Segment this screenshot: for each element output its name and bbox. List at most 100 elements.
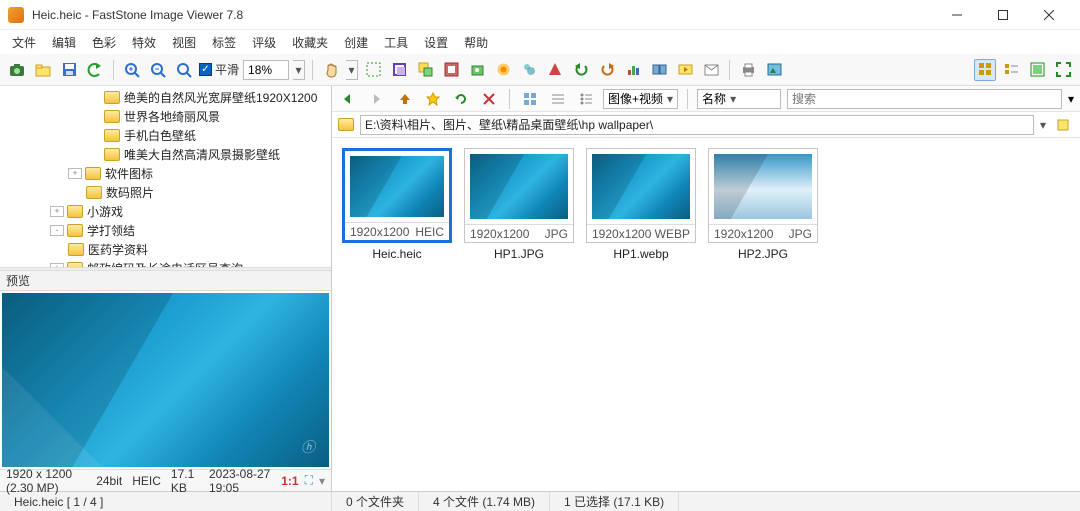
preview-size: 17.1 KB	[171, 467, 199, 495]
hand-dropdown[interactable]: ▾	[346, 60, 358, 80]
folder-tree[interactable]: 绝美的自然风光宽屏壁纸1920X1200世界各地绮丽风景手机白色壁纸唯美大自然高…	[0, 86, 331, 267]
wallpaper-button[interactable]	[763, 59, 785, 81]
menu-bar: 文件 编辑 色彩 特效 视图 标签 评级 收藏夹 创建 工具 设置 帮助	[0, 30, 1080, 54]
view-large-icons-button[interactable]	[519, 88, 541, 110]
menu-rating[interactable]: 评级	[244, 31, 284, 54]
tree-node[interactable]: +邮政编码及长途电话区号查询	[0, 259, 331, 267]
canvas-button[interactable]	[440, 59, 462, 81]
thumbnail[interactable]: 1920x1200JPGHP1.JPG	[464, 148, 574, 261]
view-details-button[interactable]	[575, 88, 597, 110]
slideshow-button[interactable]	[674, 59, 696, 81]
sharpen-button[interactable]	[544, 59, 566, 81]
rotate-left-button[interactable]	[570, 59, 592, 81]
menu-file[interactable]: 文件	[4, 31, 44, 54]
smooth-checkbox[interactable]: ✓ 平滑	[199, 61, 239, 78]
zoom-percentage-input[interactable]: 18%	[243, 60, 289, 80]
rotate-button[interactable]	[466, 59, 488, 81]
preview-expand-icon[interactable]: ⛶	[305, 473, 313, 488]
close-button[interactable]	[1026, 0, 1072, 30]
menu-color[interactable]: 色彩	[84, 31, 124, 54]
tree-node[interactable]: 世界各地绮丽风景	[0, 107, 331, 126]
maximize-button[interactable]	[980, 0, 1026, 30]
path-input[interactable]: E:\资料\相片、图片、壁纸\精品桌面壁纸\hp wallpaper\	[360, 115, 1034, 135]
type-filter-select[interactable]: 图像+视频 ▾	[603, 89, 678, 109]
tree-node[interactable]: 医药学资料	[0, 240, 331, 259]
thumbnail[interactable]: 1920x1200JPGHP2.JPG	[708, 148, 818, 261]
thumbnail[interactable]: 1920x1200WEBPHP1.webp	[586, 148, 696, 261]
tree-node[interactable]: 数码照片	[0, 183, 331, 202]
new-folder-button[interactable]	[32, 59, 54, 81]
path-bar: E:\资料\相片、图片、壁纸\精品桌面壁纸\hp wallpaper\ ▾	[332, 112, 1080, 138]
menu-settings[interactable]: 设置	[416, 31, 456, 54]
histogram-button[interactable]	[622, 59, 644, 81]
tree-node[interactable]: +小游戏	[0, 202, 331, 221]
tree-node[interactable]: +软件图标	[0, 164, 331, 183]
menu-favorite[interactable]: 收藏夹	[284, 31, 336, 54]
print-button[interactable]	[737, 59, 759, 81]
undo-button[interactable]	[84, 59, 106, 81]
rotate-right-button[interactable]	[596, 59, 618, 81]
refresh-button[interactable]	[450, 88, 472, 110]
tree-node[interactable]: 手机白色壁纸	[0, 126, 331, 145]
hand-tool-button[interactable]	[320, 59, 342, 81]
save-button[interactable]	[58, 59, 80, 81]
thumbnail-dims: 1920x1200	[592, 227, 651, 241]
path-go-button[interactable]	[1052, 114, 1074, 136]
status-folders: 0 个文件夹	[332, 492, 419, 511]
search-input[interactable]	[787, 89, 1062, 109]
menu-effects[interactable]: 特效	[124, 31, 164, 54]
sort-select[interactable]: 名称 ▾	[697, 89, 781, 109]
menu-create[interactable]: 创建	[336, 31, 376, 54]
nav-forward-button[interactable]	[366, 88, 388, 110]
compare-button[interactable]	[648, 59, 670, 81]
view-thumb-button[interactable]	[974, 59, 996, 81]
menu-help[interactable]: 帮助	[456, 31, 496, 54]
preview-menu-icon[interactable]: ▾	[319, 474, 325, 488]
view-list-button[interactable]	[1000, 59, 1022, 81]
tree-node[interactable]: -学打领结	[0, 221, 331, 240]
menu-tools[interactable]: 工具	[376, 31, 416, 54]
view-detail-button[interactable]	[1026, 59, 1048, 81]
zoom-dropdown[interactable]: ▾	[293, 60, 305, 80]
resize-button[interactable]	[414, 59, 436, 81]
tree-node[interactable]: 绝美的自然风光宽屏壁纸1920X1200	[0, 88, 331, 107]
zoom-out-button[interactable]	[147, 59, 169, 81]
toolbar-separator	[509, 89, 510, 109]
thumbnail-format: JPG	[545, 227, 568, 241]
thumbnail-grid[interactable]: 1920x1200HEICHeic.heic1920x1200JPGHP1.JP…	[332, 138, 1080, 491]
zoom-in-button[interactable]	[121, 59, 143, 81]
toolbar-separator	[113, 60, 114, 80]
tree-toggle-icon[interactable]: -	[50, 225, 64, 236]
crop-button[interactable]	[388, 59, 410, 81]
thumbnail-name: Heic.heic	[372, 247, 421, 261]
fullscreen-button[interactable]	[1052, 59, 1074, 81]
preview-image[interactable]: ⓗ	[2, 293, 329, 467]
menu-tag[interactable]: 标签	[204, 31, 244, 54]
fit-button[interactable]	[173, 59, 195, 81]
search-dropdown-icon[interactable]: ▾	[1068, 92, 1074, 106]
menu-view[interactable]: 视图	[164, 31, 204, 54]
status-current: Heic.heic [ 1 / 4 ]	[0, 492, 332, 511]
nav-up-button[interactable]	[394, 88, 416, 110]
delete-button[interactable]	[478, 88, 500, 110]
minimize-button[interactable]	[934, 0, 980, 30]
path-dropdown-icon[interactable]: ▾	[1040, 118, 1046, 132]
adjust-button[interactable]	[492, 59, 514, 81]
tree-label: 世界各地绮丽风景	[124, 108, 220, 125]
tree-node[interactable]: 唯美大自然高清风景摄影壁纸	[0, 145, 331, 164]
tree-label: 手机白色壁纸	[124, 127, 196, 144]
view-small-list-button[interactable]	[547, 88, 569, 110]
tree-toggle-icon[interactable]: +	[68, 168, 82, 179]
nav-back-button[interactable]	[338, 88, 360, 110]
blur-button[interactable]	[518, 59, 540, 81]
folder-icon	[85, 167, 101, 180]
menu-edit[interactable]: 编辑	[44, 31, 84, 54]
tree-toggle-icon[interactable]: +	[50, 206, 64, 217]
select-tool-button[interactable]	[362, 59, 384, 81]
thumbnail[interactable]: 1920x1200HEICHeic.heic	[342, 148, 452, 261]
acquire-button[interactable]	[6, 59, 28, 81]
tree-label: 邮政编码及长途电话区号查询	[87, 260, 243, 267]
folder-icon	[67, 224, 83, 237]
favorite-button[interactable]	[422, 88, 444, 110]
email-button[interactable]	[700, 59, 722, 81]
